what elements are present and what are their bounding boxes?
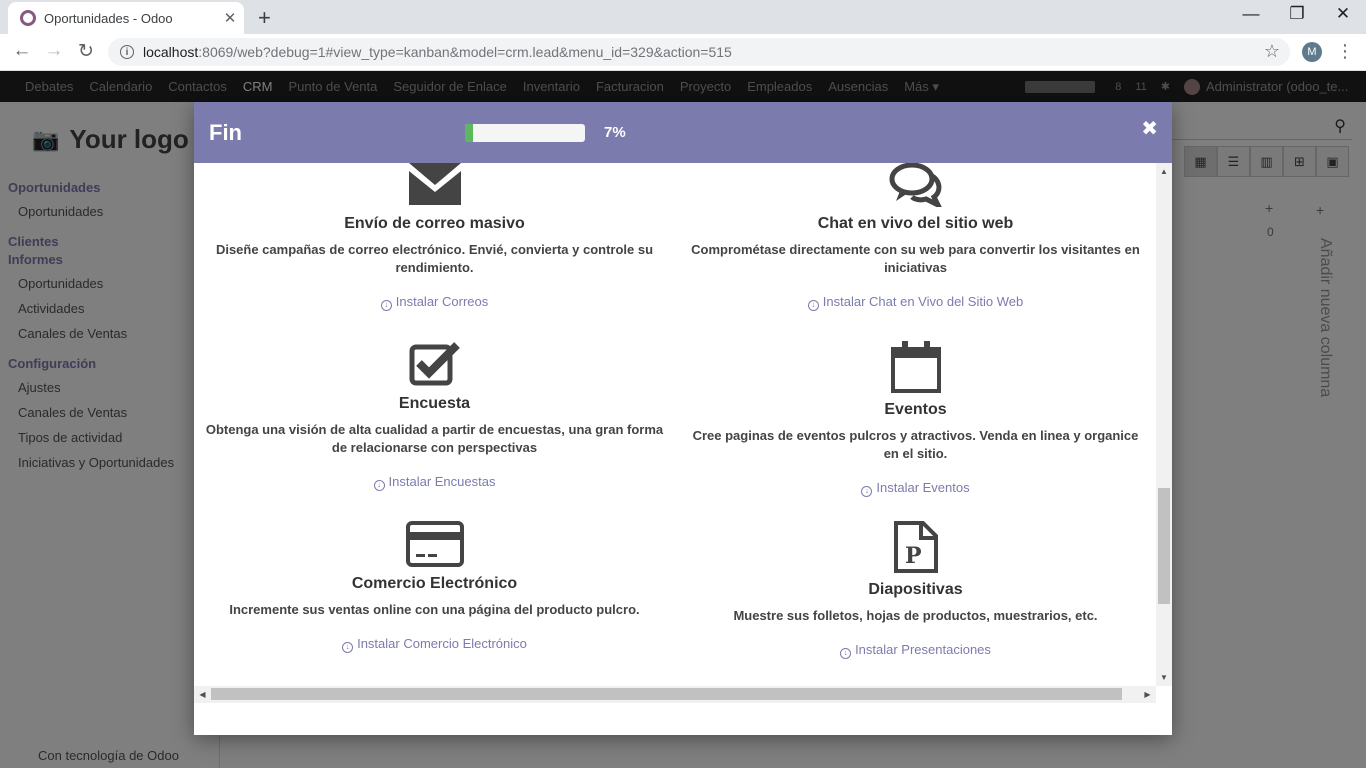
download-circle-icon: ↓ [840, 648, 852, 659]
download-circle-icon: ↓ [861, 486, 873, 497]
progress-bar [465, 124, 585, 142]
app-card-eventos: Eventos Cree paginas de eventos pulcros … [675, 341, 1156, 497]
app-name: Comercio Electrónico [351, 575, 518, 592]
download-circle-icon: ↓ [373, 480, 385, 491]
progress-percent: 7% [604, 124, 626, 141]
bookmark-star-icon[interactable]: ☆ [1264, 41, 1280, 62]
download-circle-icon: ↓ [342, 642, 354, 653]
svg-text:P: P [905, 543, 922, 569]
minimize-icon[interactable]: — [1228, 4, 1274, 24]
vertical-scrollbar[interactable]: ▲ ▼ [1156, 163, 1172, 686]
checkbox-icon [409, 342, 460, 386]
browser-toolbar: ← → ↻ i localhost:8069/web?debug=1#view_… [0, 34, 1366, 71]
new-tab-button[interactable]: + [258, 5, 271, 31]
install-chat-link[interactable]: ↓ Instalar Chat en Vivo del Sitio Web [675, 294, 1156, 311]
app-card-chat: Chat en vivo del sitio web Comprométase … [675, 163, 1156, 311]
browser-menu-icon[interactable]: ⋮ [1336, 41, 1354, 62]
app-name: Eventos [884, 401, 947, 418]
reload-icon[interactable]: ↻ [74, 40, 98, 63]
modal-close-icon[interactable]: ✖ [1141, 116, 1158, 141]
app-card-encuesta: Encuesta Obtenga una visión de alta cual… [194, 341, 675, 491]
back-icon[interactable]: ← [10, 40, 34, 62]
install-encuestas-link[interactable]: ↓ Instalar Encuestas [194, 474, 675, 491]
envelope-icon [408, 163, 461, 205]
download-circle-icon: ↓ [380, 300, 392, 311]
calendar-icon [890, 341, 941, 393]
onboarding-modal: Fin 7% ✖ Envío de correo masivo Diseñe c… [194, 102, 1172, 735]
app-card-diapositivas: P Diapositivas Muestre sus folletos, hoj… [675, 521, 1156, 659]
window-close-icon[interactable]: ✕ [1320, 4, 1366, 24]
app-name: Envío de correo masivo [344, 215, 525, 232]
app-description: Incremente sus ventas online con una pág… [229, 602, 640, 617]
browser-tabstrip: Oportunidades - Odoo ✕ + — ❐ ✕ [0, 0, 1366, 34]
app-description: Obtenga una visión de alta cualidad a pa… [205, 422, 664, 455]
scroll-right-icon[interactable]: ▶ [1139, 686, 1156, 703]
credit-card-icon [405, 521, 464, 567]
download-circle-icon: ↓ [807, 300, 819, 311]
forward-icon[interactable]: → [42, 40, 66, 62]
tab-close-icon[interactable]: ✕ [216, 9, 244, 27]
vertical-scroll-thumb[interactable] [1158, 488, 1170, 604]
app-description: Cree paginas de eventos pulcros y atract… [692, 428, 1139, 461]
app-card-correo: Envío de correo masivo Diseñe campañas d… [194, 163, 675, 311]
app-name: Diapositivas [868, 581, 963, 598]
app-description: Comprométase directamente con su web par… [691, 242, 1140, 275]
site-info-icon[interactable]: i [120, 45, 134, 59]
url-text: localhost:8069/web?debug=1#view_type=kan… [143, 44, 732, 60]
chat-bubbles-icon [889, 163, 942, 207]
modal-title: Fin [209, 120, 242, 145]
scroll-down-icon[interactable]: ▼ [1156, 669, 1172, 686]
odoo-favicon-icon [20, 10, 36, 26]
progress-bar-fill [465, 124, 474, 142]
app-name: Encuesta [398, 395, 471, 412]
app-description: Muestre sus folletos, hojas de productos… [733, 608, 1098, 623]
profile-avatar[interactable]: M [1302, 42, 1322, 62]
horizontal-scroll-thumb[interactable] [211, 688, 1122, 700]
restore-icon[interactable]: ❐ [1274, 4, 1320, 24]
scroll-up-icon[interactable]: ▲ [1156, 163, 1172, 180]
slides-file-icon: P [893, 521, 938, 573]
install-comercio-link[interactable]: ↓ Instalar Comercio Electrónico [194, 636, 675, 653]
address-bar[interactable]: i localhost:8069/web?debug=1#view_type=k… [108, 38, 1290, 66]
app-card-comercio: Comercio Electrónico Incremente sus vent… [194, 521, 675, 653]
scroll-left-icon[interactable]: ◀ [194, 686, 211, 703]
app-name: Chat en vivo del sitio web [817, 215, 1014, 232]
install-eventos-link[interactable]: ↓ Instalar Eventos [675, 480, 1156, 497]
horizontal-scrollbar[interactable]: ◀ ▶ [194, 686, 1156, 703]
install-correos-link[interactable]: ↓ Instalar Correos [194, 294, 675, 311]
browser-tab[interactable]: Oportunidades - Odoo ✕ [8, 2, 244, 34]
app-description: Diseñe campañas de correo electrónico. E… [215, 242, 654, 275]
tab-title: Oportunidades - Odoo [44, 10, 173, 26]
modal-header: Fin 7% ✖ [194, 102, 1172, 163]
modal-body: Envío de correo masivo Diseñe campañas d… [194, 163, 1172, 706]
install-presentaciones-link[interactable]: ↓ Instalar Presentaciones [675, 642, 1156, 659]
